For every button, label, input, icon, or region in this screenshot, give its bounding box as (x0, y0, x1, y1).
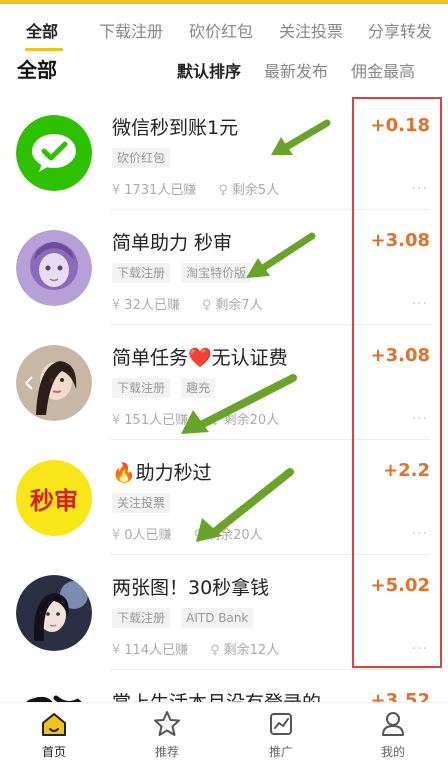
task-title: 简单任务❤️无认证费 (112, 347, 288, 369)
remaining-count: 剩余7人 (215, 298, 263, 313)
task-row[interactable]: 秒审 🔥助力秒过 关注投票 ¥0人已赚 ♀ 剩余20人 +2.2 ··· (0, 440, 448, 555)
woman-photo-avatar (16, 345, 92, 421)
earned-count: 0人已赚 (124, 528, 172, 543)
earned-count: 1731人已赚 (124, 183, 197, 198)
miaoshen-badge-avatar: 秒审 (16, 460, 92, 536)
task-row[interactable]: 微信秒到账1元 砍价红包 ¥1731人已赚 ♀ 剩余5人 +0.18 ··· (0, 95, 448, 210)
more-options-icon[interactable]: ··· (412, 641, 428, 657)
more-options-icon[interactable]: ··· (412, 411, 428, 427)
category-tab-share-forward[interactable]: 分享转发 (368, 18, 432, 42)
nav-promote[interactable]: 推广 (251, 709, 311, 760)
task-tags: 关注投票 (112, 492, 176, 513)
yen-icon: ¥ (112, 413, 121, 428)
avatar-badge-text: 秒审 (30, 486, 78, 515)
person-icon: ♀ (210, 643, 220, 658)
more-options-icon[interactable]: ··· (412, 181, 428, 197)
task-tag: 淘宝特价版 (181, 263, 252, 283)
nav-mine-label: 我的 (380, 745, 405, 759)
task-tag: 趣充 (181, 378, 216, 398)
sort-tab-highest-commission[interactable]: 佣金最高 (351, 58, 415, 82)
task-tag: 砍价红包 (112, 148, 171, 168)
category-tab-indicator (25, 48, 63, 51)
task-tag: 关注投票 (112, 493, 171, 513)
category-tab-follow-vote[interactable]: 关注投票 (279, 18, 343, 42)
task-tags: 砍价红包 (112, 147, 176, 168)
task-title: 两张图！30秒拿钱 (112, 577, 270, 599)
yen-icon: ¥ (112, 528, 121, 543)
remaining-count: 剩余5人 (231, 183, 280, 198)
category-tab-download-register[interactable]: 下载注册 (99, 18, 163, 42)
task-meta: ¥1731人已赚 ♀ 剩余5人 (112, 179, 279, 198)
category-tab-all[interactable]: 全部 (26, 18, 58, 42)
more-options-icon[interactable]: ··· (412, 526, 428, 542)
task-title: 🔥助力秒过 (112, 462, 212, 484)
task-tag: 下载注册 (112, 378, 171, 398)
girl-photo-avatar (16, 575, 92, 651)
anime-girl-avatar (16, 230, 92, 306)
task-row[interactable]: 简单助力 秒审 下载注册 淘宝特价版 ¥32人已赚 ♀ 剩余7人 +3.08 ··· (0, 210, 448, 325)
task-tag: 下载注册 (112, 263, 171, 283)
category-tabs: 全部 下载注册 砍价红包 关注投票 分享转发 (0, 10, 448, 51)
home-icon (42, 713, 66, 736)
user-icon (382, 712, 404, 736)
person-icon: ♀ (193, 528, 204, 543)
earned-count: 114人已赚 (124, 643, 189, 658)
section-title: 全部 (17, 58, 57, 82)
task-meta: ¥32人已赚 ♀ 剩余7人 (112, 294, 263, 313)
top-accent-strip (0, 0, 448, 4)
bottom-navigation: 首页 推荐 推广 我的 (0, 702, 448, 764)
nav-home-label: 首页 (41, 745, 66, 759)
reward-amount: +0.18 (370, 115, 431, 136)
remaining-count: 剩余20人 (223, 413, 280, 428)
task-meta: ¥0人已赚 ♀ 剩余20人 (112, 524, 263, 543)
reward-amount: +3.08 (370, 345, 431, 366)
star-icon (154, 711, 180, 736)
nav-home[interactable]: 首页 (24, 709, 84, 760)
sort-tab-default[interactable]: 默认排序 (177, 58, 241, 82)
more-options-icon[interactable]: ··· (412, 296, 428, 312)
category-tab-bargain-redpacket[interactable]: 砍价红包 (189, 18, 253, 42)
task-meta: ¥114人已赚 ♀ 剩余12人 (112, 639, 279, 658)
task-row[interactable]: 简单任务❤️无认证费 下载注册 趣充 ¥151人已赚 ♀ 剩余20人 +3.08 ·… (0, 325, 448, 440)
yen-icon: ¥ (112, 183, 121, 198)
task-row[interactable]: 两张图！30秒拿钱 下载注册 AITD Bank ¥114人已赚 ♀ 剩余12人 +… (0, 555, 448, 670)
task-tags: 下载注册 AITD Bank (112, 607, 259, 628)
task-tags: 下载注册 趣充 (112, 377, 221, 398)
nav-recommend-label: 推荐 (154, 745, 179, 759)
reward-amount: +5.02 (370, 575, 431, 596)
reward-amount: +2.2 (383, 460, 430, 481)
nav-promote-label: 推广 (268, 745, 293, 759)
earned-count: 32人已赚 (124, 298, 180, 313)
person-icon: ♀ (218, 183, 228, 198)
task-tag: 下载注册 (112, 608, 171, 628)
task-title: 微信秒到账1元 (112, 117, 239, 139)
nav-recommend[interactable]: 推荐 (137, 709, 197, 760)
yen-icon: ¥ (112, 643, 121, 658)
earned-count: 151人已赚 (124, 413, 189, 428)
reward-amount: +3.08 (370, 230, 431, 251)
remaining-count: 剩余12人 (223, 643, 280, 658)
task-meta: ¥151人已赚 ♀ 剩余20人 (112, 409, 279, 428)
nav-mine[interactable]: 我的 (363, 709, 423, 760)
wechat-logo-avatar (16, 115, 92, 191)
yen-icon: ¥ (112, 298, 121, 313)
person-icon: ♀ (210, 413, 220, 428)
remaining-count: 剩余20人 (207, 528, 263, 543)
sort-tab-newest[interactable]: 最新发布 (264, 58, 328, 82)
person-icon: ♀ (201, 298, 212, 313)
task-tag: AITD Bank (181, 608, 254, 628)
chart-icon (270, 713, 292, 735)
task-title: 简单助力 秒审 (112, 232, 233, 254)
task-tags: 下载注册 淘宝特价版 (112, 262, 257, 283)
